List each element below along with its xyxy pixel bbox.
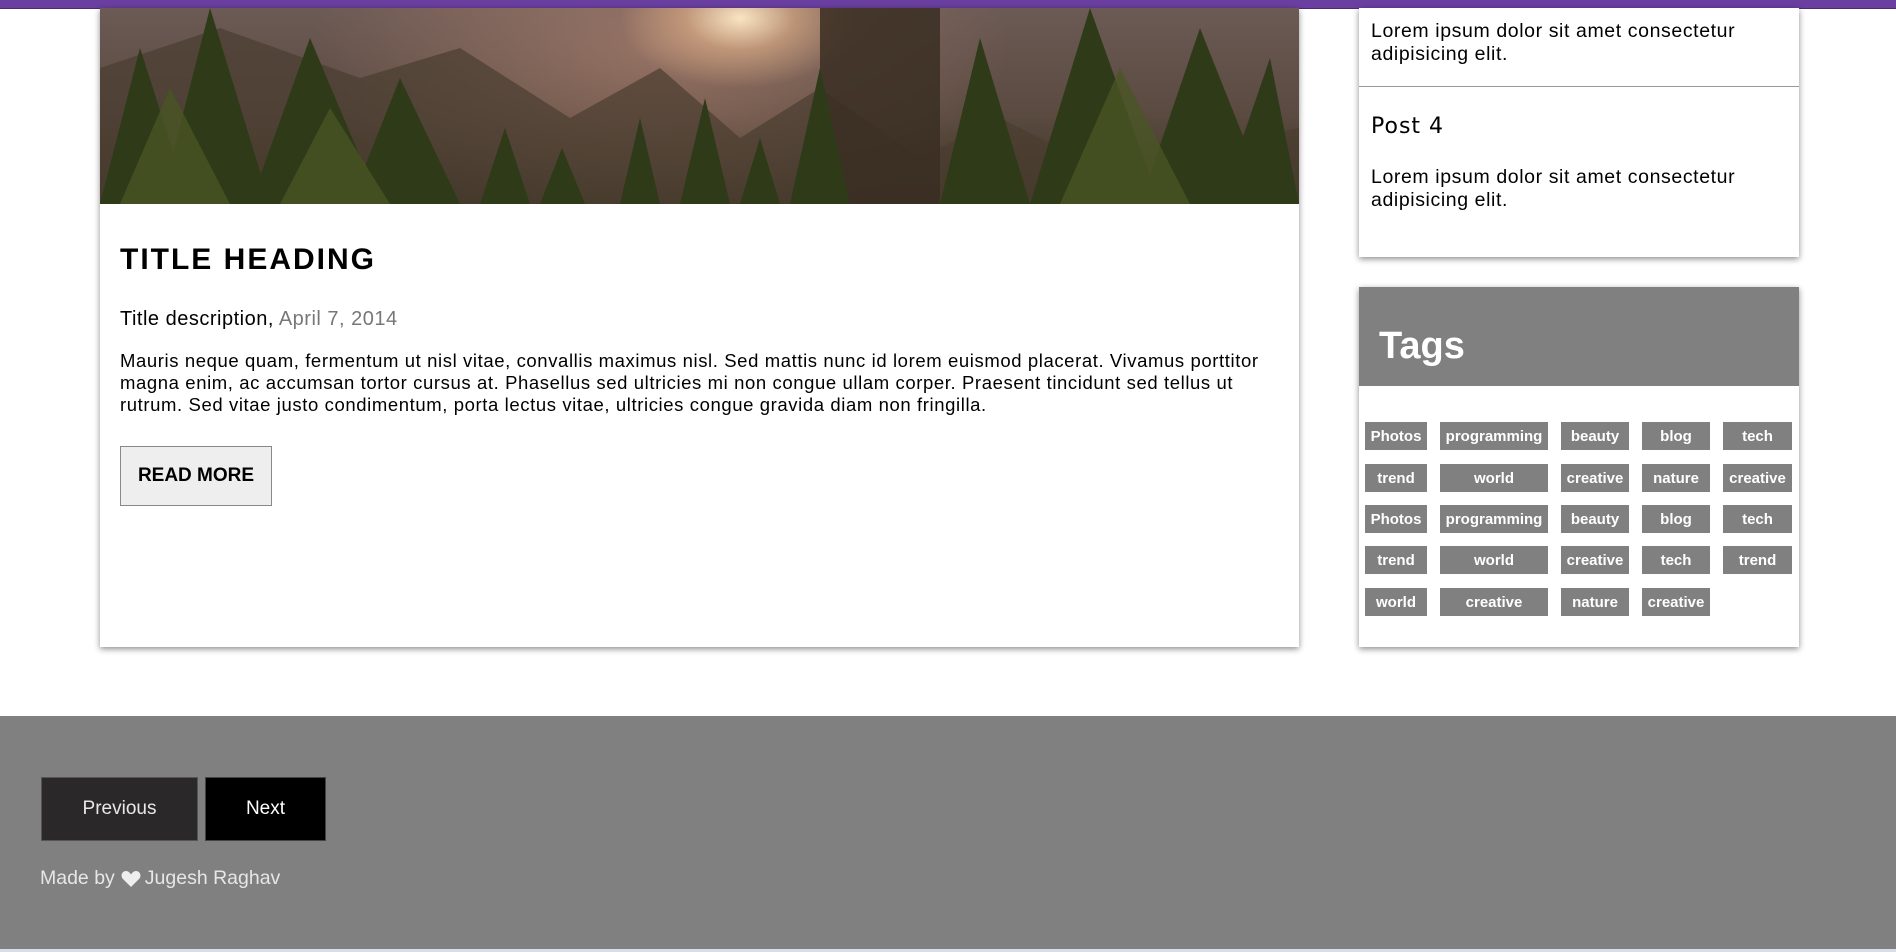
- tag-item[interactable]: beauty: [1561, 505, 1629, 533]
- tags-header: Tags: [1359, 287, 1799, 386]
- tag-item[interactable]: Photos: [1365, 422, 1427, 450]
- post-excerpt: Lorem ipsum dolor sit amet consectetur a…: [1371, 20, 1736, 65]
- tag-item[interactable]: world: [1440, 546, 1548, 574]
- tag-item[interactable]: programming: [1440, 422, 1548, 450]
- post-card: TITLE HEADING Title description, April 7…: [100, 8, 1299, 647]
- tags-title: Tags: [1379, 325, 1465, 367]
- post-title: TITLE HEADING: [120, 243, 376, 276]
- post-hero-image: [100, 8, 1299, 204]
- footer-credit: Made by Jugesh Raghav: [40, 867, 280, 890]
- footer: Previous Next Made by Jugesh Raghav: [0, 716, 1896, 949]
- read-more-button[interactable]: READ MORE: [120, 446, 272, 506]
- tag-item[interactable]: creative: [1561, 464, 1629, 492]
- tag-item[interactable]: world: [1440, 464, 1548, 492]
- tag-item[interactable]: trend: [1723, 546, 1792, 574]
- post-meta: Title description, April 7, 2014: [120, 308, 398, 331]
- next-button[interactable]: Next: [205, 777, 326, 841]
- tag-item[interactable]: nature: [1561, 588, 1629, 616]
- tag-item[interactable]: tech: [1723, 422, 1792, 450]
- tag-item[interactable]: world: [1365, 588, 1427, 616]
- heart-icon: [121, 870, 141, 887]
- tag-item[interactable]: Photos: [1365, 505, 1427, 533]
- tag-item[interactable]: creative: [1723, 464, 1792, 492]
- post-4-title[interactable]: Post 4: [1371, 114, 1444, 139]
- tag-item[interactable]: tech: [1723, 505, 1792, 533]
- recent-posts-card: Lorem ipsum dolor sit amet consectetur a…: [1359, 8, 1799, 257]
- post-date: April 7, 2014: [278, 308, 398, 330]
- author-name: Jugesh Raghav: [144, 867, 281, 889]
- post-4-excerpt: Lorem ipsum dolor sit amet consectetur a…: [1371, 166, 1736, 211]
- tag-item[interactable]: beauty: [1561, 422, 1629, 450]
- tag-item[interactable]: creative: [1642, 588, 1710, 616]
- tag-item[interactable]: tech: [1642, 546, 1710, 574]
- made-by-label: Made by: [40, 867, 115, 889]
- tag-item[interactable]: trend: [1365, 464, 1427, 492]
- tags-card: Tags Photos programming beauty blog tech tren…: [1359, 287, 1799, 647]
- tag-item[interactable]: creative: [1440, 588, 1548, 616]
- tag-item[interactable]: nature: [1642, 464, 1710, 492]
- post-description: Title description,: [120, 308, 274, 330]
- tag-item[interactable]: blog: [1642, 422, 1710, 450]
- post-divider: [1359, 86, 1799, 87]
- tag-item[interactable]: blog: [1642, 505, 1710, 533]
- previous-button[interactable]: Previous: [41, 777, 198, 841]
- tag-item[interactable]: trend: [1365, 546, 1427, 574]
- tag-item[interactable]: creative: [1561, 546, 1629, 574]
- tag-item[interactable]: programming: [1440, 505, 1548, 533]
- post-body: Mauris neque quam, fermentum ut nisl vit…: [120, 350, 1259, 415]
